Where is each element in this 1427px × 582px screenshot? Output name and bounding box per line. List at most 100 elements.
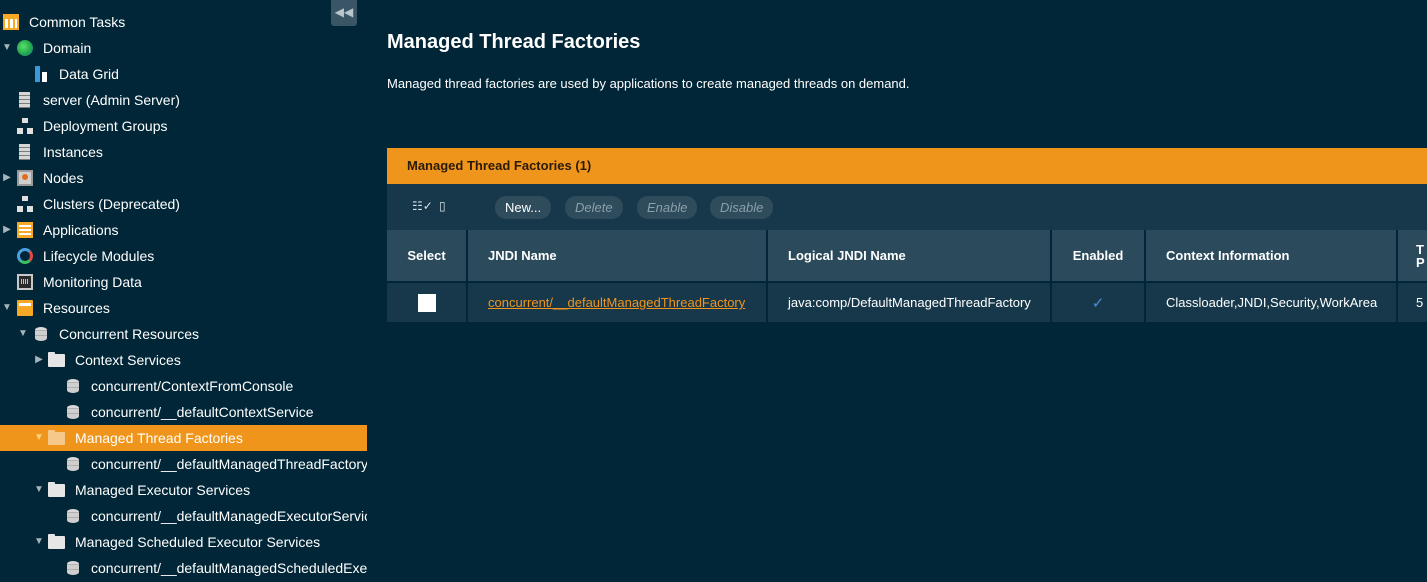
tree-item-label: concurrent/ContextFromConsole xyxy=(91,378,294,394)
database-icon xyxy=(35,327,47,341)
collapsed-toggle-icon[interactable]: ▶ xyxy=(1,217,13,243)
database-icon xyxy=(67,457,79,471)
tree-item[interactable]: ▼ Managed Thread Factories xyxy=(0,425,367,451)
folder-icon xyxy=(48,352,65,367)
tree-item[interactable]: concurrent/__defaultManagedThreadFactory xyxy=(0,451,367,477)
tree-item[interactable]: ▼ Resources xyxy=(0,295,367,321)
tree-item[interactable]: Data Grid xyxy=(0,61,367,87)
table-panel-header: Managed Thread Factories (1) xyxy=(387,148,1427,184)
collapsed-toggle-icon[interactable]: ▶ xyxy=(33,347,45,373)
tree-item[interactable]: Monitoring Data xyxy=(0,269,367,295)
tree-item[interactable]: ▼ Managed Scheduled Executor Services xyxy=(0,529,367,555)
tree-icon xyxy=(17,196,33,212)
applications-icon xyxy=(17,222,33,238)
tree-icon xyxy=(17,118,33,134)
tree-item[interactable]: ▼ Domain xyxy=(0,35,367,61)
page-description: Managed thread factories are used by app… xyxy=(387,76,910,91)
lifecycle-icon xyxy=(17,248,33,264)
column-header-enabled[interactable]: Enabled xyxy=(1051,230,1146,283)
tree-item-label: Nodes xyxy=(43,170,84,186)
tree-item-label: Context Services xyxy=(75,352,181,368)
tree-item[interactable]: concurrent/__defaultManagedExecutorServi… xyxy=(0,503,367,529)
globe-icon xyxy=(17,40,33,56)
expanded-toggle-icon[interactable]: ▼ xyxy=(33,529,45,555)
tree-item-label: Managed Thread Factories xyxy=(75,430,243,446)
tree-item[interactable]: ▼ Concurrent Resources xyxy=(0,321,367,347)
tree-item[interactable]: ▼ Managed Executor Services xyxy=(0,477,367,503)
tree-item[interactable]: ▶ Context Services xyxy=(0,347,367,373)
tree-item[interactable]: Lifecycle Modules xyxy=(0,243,367,269)
tree-item-label: Common Tasks xyxy=(29,14,126,30)
tree-item-label: Clusters (Deprecated) xyxy=(43,196,180,212)
column-header-jndi-name[interactable]: JNDI Name xyxy=(467,230,768,283)
thread-factories-table: Select JNDI Name Logical JNDI Name Enabl… xyxy=(387,230,1427,322)
data-grid-icon xyxy=(33,66,49,82)
server-icon xyxy=(19,92,30,108)
select-all-icon[interactable]: ☷✓ xyxy=(412,198,433,214)
tree-item[interactable]: concurrent/__defaultManagedScheduledExec… xyxy=(0,555,367,581)
tree-item-label: Concurrent Resources xyxy=(59,326,200,342)
tree-item-label: Domain xyxy=(43,40,92,56)
database-icon xyxy=(67,379,79,393)
column-header-logical-jndi-name[interactable]: Logical JNDI Name xyxy=(767,230,1052,283)
column-header-thread-priority[interactable]: T P xyxy=(1397,230,1427,283)
column-header-context-information[interactable]: Context Information xyxy=(1145,230,1398,283)
jndi-name-link[interactable]: concurrent/__defaultManagedThreadFactory xyxy=(488,295,745,310)
tree-item[interactable]: Deployment Groups xyxy=(0,113,367,139)
tree-item[interactable]: ▶ Applications xyxy=(0,217,367,243)
enabled-cell: ✓ xyxy=(1051,282,1146,322)
tree-item-label: Deployment Groups xyxy=(43,118,168,134)
table-row: concurrent/__defaultManagedThreadFactory… xyxy=(387,282,1427,322)
expanded-toggle-icon[interactable]: ▼ xyxy=(33,425,45,451)
tree-item[interactable]: Instances xyxy=(0,139,367,165)
monitor-icon xyxy=(17,170,33,186)
new-button[interactable]: New... xyxy=(495,196,552,219)
page-title: Managed Thread Factories xyxy=(387,31,641,53)
folder-icon xyxy=(48,430,65,445)
monitoring-icon xyxy=(17,274,33,290)
table-toolbar: ☷✓ ▯ New... Delete Enable Disable xyxy=(387,184,1427,230)
resources-icon xyxy=(17,300,33,316)
navigation-sidebar: Common Tasks ▼ Domain Data Grid server (Admi… xyxy=(0,0,367,582)
tree-item-label: Data Grid xyxy=(59,66,119,82)
database-icon xyxy=(67,405,79,419)
logical-jndi-name-cell: java:comp/DefaultManagedThreadFactory xyxy=(767,282,1052,322)
tree-item-label: concurrent/__defaultManagedExecutorServi… xyxy=(91,508,367,524)
tree-item[interactable]: Clusters (Deprecated) xyxy=(0,191,367,217)
tree-item-label: Managed Scheduled Executor Services xyxy=(75,534,321,550)
context-information-cell: Classloader,JNDI,Security,WorkArea xyxy=(1145,282,1398,322)
database-icon xyxy=(67,561,79,575)
tree-item-label: Instances xyxy=(43,144,103,160)
main-content: Managed Thread Factories Managed thread … xyxy=(367,0,1427,582)
delete-button[interactable]: Delete xyxy=(565,196,623,219)
expanded-toggle-icon[interactable]: ▼ xyxy=(1,295,13,321)
expanded-toggle-icon[interactable]: ▼ xyxy=(17,321,29,347)
tree-item-label: Applications xyxy=(43,222,119,238)
column-header-select[interactable]: Select xyxy=(387,230,468,283)
tree-item-label: Monitoring Data xyxy=(43,274,142,290)
row-select-checkbox[interactable] xyxy=(417,293,436,312)
tree-item[interactable]: server (Admin Server) xyxy=(0,87,367,113)
enable-button[interactable]: Enable xyxy=(637,196,698,219)
tree-item[interactable]: Common Tasks xyxy=(0,9,367,35)
thread-priority-cell: 5 xyxy=(1397,282,1427,322)
tree-item-label: Resources xyxy=(43,300,110,316)
select-cell xyxy=(387,282,468,322)
jndi-name-cell: concurrent/__defaultManagedThreadFactory xyxy=(467,282,768,322)
collapsed-toggle-icon[interactable]: ▶ xyxy=(1,165,13,191)
disable-button[interactable]: Disable xyxy=(710,196,774,219)
expanded-toggle-icon[interactable]: ▼ xyxy=(1,35,13,61)
tree-item-label: Lifecycle Modules xyxy=(43,248,155,264)
expanded-toggle-icon[interactable]: ▼ xyxy=(33,477,45,503)
server-icon xyxy=(19,144,30,160)
tree-item[interactable]: ▶ Nodes xyxy=(0,165,367,191)
folder-icon xyxy=(48,534,65,549)
table-icon xyxy=(3,14,19,30)
collapse-sidebar-button[interactable]: ◀◀ xyxy=(331,0,357,26)
table-header-row: Select JNDI Name Logical JNDI Name Enabl… xyxy=(387,230,1427,283)
tree-item-label: concurrent/__defaultContextService xyxy=(91,404,314,420)
deselect-all-icon[interactable]: ▯ xyxy=(439,198,446,214)
tree-item[interactable]: concurrent/__defaultContextService xyxy=(0,399,367,425)
tree-item[interactable]: concurrent/ContextFromConsole xyxy=(0,373,367,399)
tree-item-label: concurrent/__defaultManagedThreadFactory xyxy=(91,456,367,472)
